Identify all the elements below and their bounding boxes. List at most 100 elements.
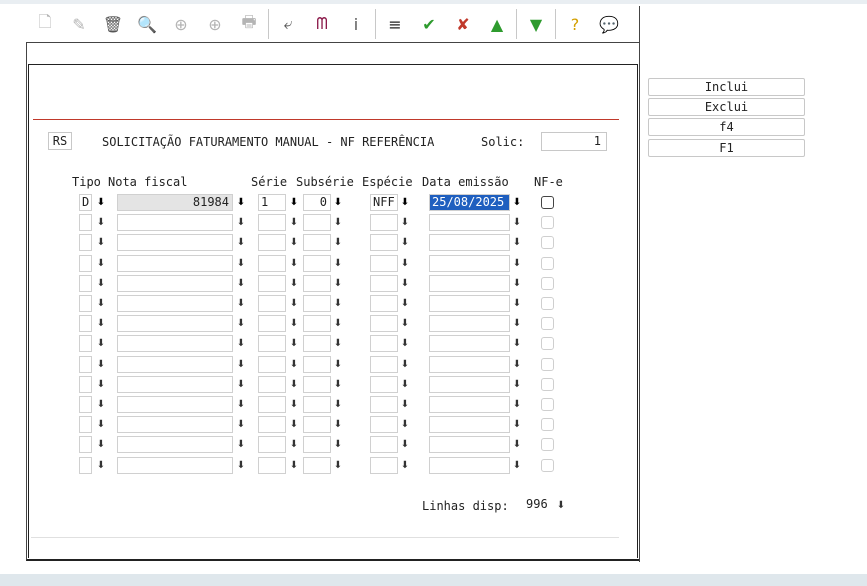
dropdown-icon[interactable]: ⬇ (400, 436, 410, 452)
dropdown-icon[interactable]: ⬇ (236, 214, 246, 230)
list-icon[interactable]: ≡ (378, 7, 412, 41)
dropdown-icon[interactable]: ⬇ (512, 356, 522, 372)
cell-subserie[interactable] (303, 295, 331, 312)
cell-especie[interactable] (370, 436, 398, 453)
cell-tipo[interactable] (79, 234, 92, 251)
dropdown-icon[interactable]: ⬇ (512, 275, 522, 291)
cell-tipo[interactable] (79, 457, 92, 474)
cell-data[interactable] (429, 356, 510, 373)
dropdown-icon[interactable]: ⬇ (333, 275, 343, 291)
dropdown-icon[interactable]: ⬇ (236, 295, 246, 311)
dropdown-icon[interactable]: ⬇ (289, 234, 299, 250)
dropdown-icon[interactable]: ⬇ (236, 356, 246, 372)
cell-data[interactable] (429, 234, 510, 251)
dropdown-icon[interactable]: ⬇ (333, 234, 343, 250)
cell-subserie[interactable] (303, 214, 331, 231)
dropdown-icon[interactable]: ⬇ (512, 194, 522, 210)
cell-nota[interactable] (117, 436, 233, 453)
dropdown-icon[interactable]: ⬇ (512, 436, 522, 452)
cell-subserie[interactable] (303, 396, 331, 413)
dropdown-icon[interactable]: ⬇ (236, 335, 246, 351)
cell-data[interactable] (429, 295, 510, 312)
cell-especie[interactable] (370, 335, 398, 352)
dropdown-icon[interactable]: ⬇ (236, 275, 246, 291)
cell-tipo[interactable] (79, 315, 92, 332)
dropdown-icon[interactable]: ⬇ (512, 396, 522, 412)
nfe-checkbox[interactable] (541, 216, 554, 229)
nfe-checkbox[interactable] (541, 418, 554, 431)
cell-subserie[interactable] (303, 436, 331, 453)
print-icon[interactable]: 🖶 (232, 7, 266, 41)
previous-icon[interactable]: ⊕ (164, 7, 198, 41)
info-icon[interactable]: i (339, 7, 373, 41)
cell-nota[interactable] (117, 295, 233, 312)
dropdown-icon[interactable]: ⬇ (96, 376, 106, 392)
dropdown-icon[interactable]: ⬇ (289, 335, 299, 351)
cell-subserie[interactable] (303, 315, 331, 332)
cell-tipo[interactable] (79, 335, 92, 352)
dropdown-icon[interactable]: ⬇ (333, 416, 343, 432)
cell-especie[interactable] (370, 457, 398, 474)
cell-nota[interactable]: 81984 (117, 194, 233, 211)
dropdown-icon[interactable]: ⬇ (96, 436, 106, 452)
cell-tipo[interactable] (79, 436, 92, 453)
dropdown-icon[interactable]: ⬇ (400, 457, 410, 473)
cell-tipo[interactable] (79, 396, 92, 413)
cell-tipo[interactable] (79, 356, 92, 373)
cell-nota[interactable] (117, 234, 233, 251)
cell-serie[interactable]: 1 (258, 194, 286, 211)
exit-icon[interactable]: ⤶ (271, 7, 305, 41)
dropdown-icon[interactable]: ⬇ (400, 356, 410, 372)
dropdown-icon[interactable]: ⬇ (333, 335, 343, 351)
cell-subserie[interactable] (303, 376, 331, 393)
nfe-checkbox[interactable] (541, 337, 554, 350)
dropdown-icon[interactable]: ⬇ (289, 214, 299, 230)
dropdown-icon[interactable]: ⬇ (333, 376, 343, 392)
f1-button[interactable]: F1 (648, 139, 805, 157)
cell-data[interactable] (429, 416, 510, 433)
cell-tipo[interactable] (79, 416, 92, 433)
nfe-checkbox[interactable] (541, 196, 554, 209)
nfe-checkbox[interactable] (541, 378, 554, 391)
cell-serie[interactable] (258, 214, 286, 231)
dropdown-icon[interactable]: ⬇ (400, 214, 410, 230)
cell-data[interactable] (429, 436, 510, 453)
cell-data[interactable] (429, 396, 510, 413)
confirm-icon[interactable]: ✔ (412, 7, 446, 41)
dropdown-icon[interactable]: ⬇ (236, 396, 246, 412)
help-icon[interactable]: ? (558, 7, 592, 41)
cell-nota[interactable] (117, 214, 233, 231)
cell-subserie[interactable] (303, 416, 331, 433)
cell-serie[interactable] (258, 275, 286, 292)
cell-data[interactable] (429, 275, 510, 292)
dropdown-icon[interactable]: ⬇ (512, 255, 522, 271)
cell-serie[interactable] (258, 356, 286, 373)
cell-tipo[interactable] (79, 295, 92, 312)
dropdown-icon[interactable]: ⬇ (236, 255, 246, 271)
cancel-icon[interactable]: ✘ (446, 7, 480, 41)
dropdown-icon[interactable]: ⬇ (400, 396, 410, 412)
dropdown-icon[interactable]: ⬇ (512, 335, 522, 351)
dropdown-icon[interactable]: ⬇ (289, 436, 299, 452)
dropdown-icon[interactable]: ⬇ (236, 436, 246, 452)
cell-subserie[interactable] (303, 255, 331, 272)
dropdown-icon[interactable]: ⬇ (236, 234, 246, 250)
dropdown-icon[interactable]: ⬇ (236, 457, 246, 473)
cell-serie[interactable] (258, 335, 286, 352)
dropdown-icon[interactable]: ⬇ (512, 376, 522, 392)
cell-data[interactable] (429, 255, 510, 272)
cell-serie[interactable] (258, 234, 286, 251)
cell-data[interactable] (429, 214, 510, 231)
dropdown-icon[interactable]: ⬇ (96, 356, 106, 372)
dropdown-icon[interactable]: ⬇ (333, 255, 343, 271)
edit-icon[interactable]: ✎ (62, 7, 96, 41)
dropdown-icon[interactable]: ⬇ (236, 416, 246, 432)
dropdown-icon[interactable]: ⬇ (96, 457, 106, 473)
linhas-field[interactable]: 996 (526, 496, 552, 514)
cell-nota[interactable] (117, 396, 233, 413)
dropdown-icon[interactable]: ⬇ (333, 457, 343, 473)
cell-serie[interactable] (258, 457, 286, 474)
dropdown-icon[interactable]: ⬇ (289, 255, 299, 271)
dropdown-icon[interactable]: ⬇ (96, 396, 106, 412)
cell-nota[interactable] (117, 315, 233, 332)
